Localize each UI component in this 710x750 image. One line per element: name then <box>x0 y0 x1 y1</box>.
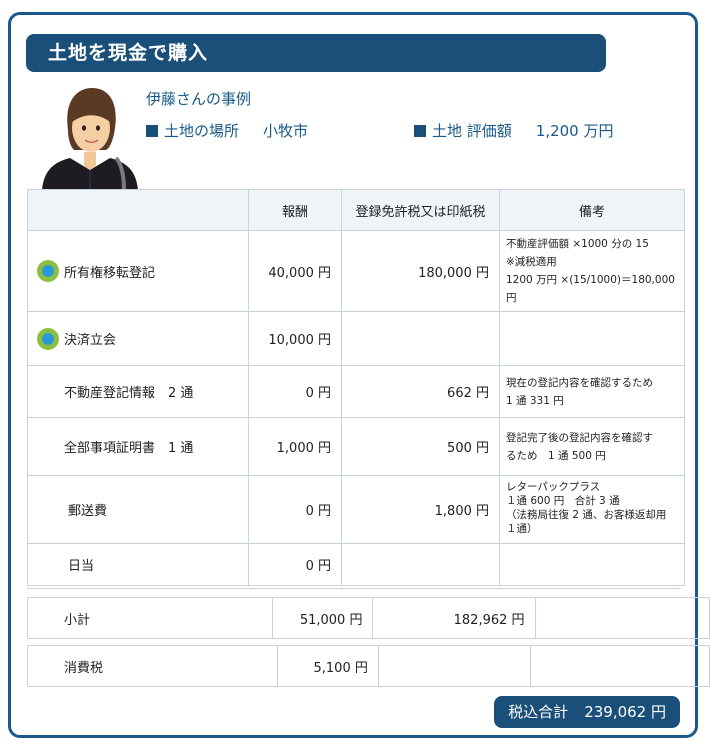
subtotal-tax: 182,962 円 <box>372 597 536 639</box>
table-row: 不動産登記情報 2 通 0 円 662 円 現在の登記内容を確認するため 1 通… <box>27 365 685 418</box>
consumption-tax-row: 消費税 5,100 円 <box>27 645 710 687</box>
note-line: 1 通 331 円 <box>506 394 564 407</box>
row-item: 不動産登記情報 2 通 <box>27 365 249 418</box>
row-fee: 0 円 <box>248 475 342 544</box>
row-item-cell: 決済立会 <box>27 311 249 366</box>
fee-table: 報酬 登録免許税又は印紙税 備考 所有権移転登記 40,000 円 180,00… <box>27 189 685 586</box>
grand-total-badge: 税込合計 239,062 円 <box>494 696 680 728</box>
table-row: 郵送費 0 円 1,800 円 レターパックプラス １通 600 円 合計 3 … <box>27 475 685 544</box>
row-tax: 180,000 円 <box>341 230 500 312</box>
row-tax: 1,800 円 <box>341 475 500 544</box>
note-line: 現在の登記内容を確認するため <box>506 376 653 389</box>
page-title: 土地を現金で購入 <box>26 34 606 72</box>
square-bullet-icon <box>146 125 158 137</box>
note-line: （法務局往復 2 通、お客様返却用 <box>506 509 667 521</box>
note-line: るため 1 通 500 円 <box>506 449 606 462</box>
subtotal-table: 小計 51,000 円 182,962 円 <box>26 597 710 639</box>
square-bullet-icon <box>414 125 426 137</box>
consumption-tax-label: 消費税 <box>27 645 278 687</box>
row-fee: 0 円 <box>248 543 342 586</box>
consumption-tax-tax <box>377 645 532 687</box>
row-fee: 0 円 <box>248 365 342 418</box>
row-item-cell: 所有権移転登記 <box>27 230 249 312</box>
row-notes <box>499 311 685 366</box>
location-value: 小牧市 <box>263 122 309 140</box>
note-line: 1200 万円 ×(15/1000)＝180,000 円 <box>506 274 675 304</box>
valuation-info: 土地 評価額 1,200 万円 <box>414 120 614 141</box>
note-line: レターパックプラス <box>506 481 601 493</box>
note-line: １通 600 円 合計 3 通 <box>506 495 620 507</box>
row-item: 全部事項証明書 1 通 <box>27 417 249 476</box>
person-avatar <box>42 88 138 190</box>
table-row: 決済立会 10,000 円 <box>27 311 685 366</box>
location-info: 土地の場所 小牧市 <box>146 120 308 141</box>
table-header-row: 報酬 登録免許税又は印紙税 備考 <box>27 189 685 231</box>
row-notes: 現在の登記内容を確認するため 1 通 331 円 <box>499 365 685 418</box>
circle-bullet-icon <box>37 327 59 350</box>
valuation-label: 土地 評価額 <box>432 122 512 140</box>
row-notes <box>499 543 685 586</box>
header-item <box>27 189 249 231</box>
header-notes: 備考 <box>499 189 685 231</box>
row-tax <box>341 543 500 586</box>
note-line: 不動産評価額 ×1000 分の 15 <box>506 238 649 250</box>
subtotal-notes <box>534 597 710 639</box>
consumption-tax-table: 消費税 5,100 円 <box>27 645 710 687</box>
grand-total-value: 239,062 円 <box>584 703 666 721</box>
row-fee: 10,000 円 <box>248 311 342 366</box>
divider <box>27 588 681 589</box>
table-row: 日当 0 円 <box>27 543 685 586</box>
note-line: 登記完了後の登記内容を確認す <box>506 431 653 444</box>
table-row: 全部事項証明書 1 通 1,000 円 500 円 登記完了後の登記内容を確認す… <box>27 417 685 476</box>
row-tax <box>341 311 500 366</box>
note-line: ※減税適用 <box>506 256 557 268</box>
circle-bullet-icon <box>37 260 59 282</box>
row-fee: 1,000 円 <box>248 417 342 476</box>
row-tax: 662 円 <box>341 365 500 418</box>
subtotal-fee: 51,000 円 <box>272 597 374 639</box>
header-fee: 報酬 <box>248 189 342 231</box>
row-notes: 登記完了後の登記内容を確認す るため 1 通 500 円 <box>499 417 685 476</box>
consumption-tax-notes <box>530 645 710 687</box>
table-row: 所有権移転登記 40,000 円 180,000 円 不動産評価額 ×1000 … <box>27 230 685 312</box>
valuation-value: 1,200 万円 <box>535 122 614 140</box>
row-notes: 不動産評価額 ×1000 分の 15 ※減税適用 1200 万円 ×(15/10… <box>499 230 685 312</box>
case-title: 伊藤さんの事例 <box>146 90 252 108</box>
row-item: 日当 <box>27 543 249 586</box>
row-tax: 500 円 <box>341 417 500 476</box>
row-item: 郵送費 <box>27 475 249 544</box>
row-item: 所有権移転登記 <box>64 265 156 281</box>
subtotal-label: 小計 <box>26 597 274 639</box>
row-notes: レターパックプラス １通 600 円 合計 3 通 （法務局往復 2 通、お客様… <box>499 475 685 544</box>
location-label: 土地の場所 <box>164 122 240 140</box>
consumption-tax-fee: 5,100 円 <box>276 645 379 687</box>
note-line: １通） <box>506 523 538 535</box>
grand-total-label: 税込合計 <box>508 703 569 721</box>
subtotal-row: 小計 51,000 円 182,962 円 <box>26 597 710 639</box>
header-tax: 登録免許税又は印紙税 <box>341 189 500 231</box>
row-item: 決済立会 <box>64 333 117 348</box>
row-fee: 40,000 円 <box>248 230 342 312</box>
